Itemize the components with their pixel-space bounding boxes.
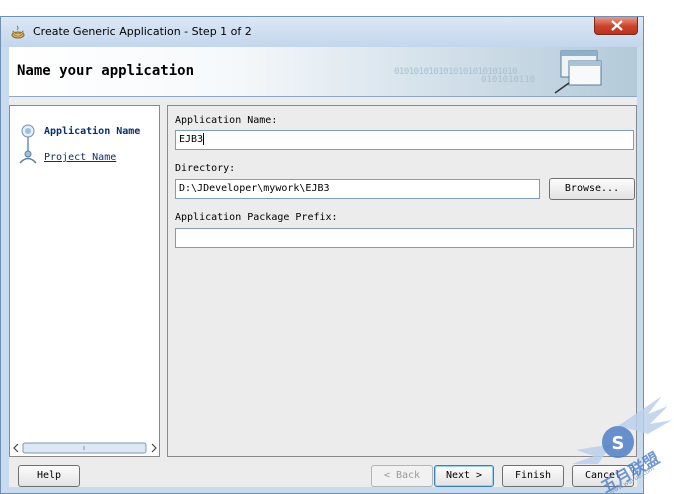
horizontal-scrollbar[interactable] [12,441,158,455]
header-decoration-text-2: 0101010110 [481,75,536,85]
application-windows-icon [554,50,602,94]
close-button[interactable] [594,17,638,35]
step-person-icon [19,150,37,164]
step-label: Application Name [44,126,141,137]
step-project-name[interactable]: Project Name [14,148,159,168]
package-prefix-input[interactable] [175,228,634,248]
help-button[interactable]: Help [18,465,80,487]
step-label: Project Name [44,152,117,163]
back-button[interactable]: < Back [371,465,433,487]
application-name-label: Application Name: [175,115,278,126]
application-name-input[interactable]: EJB3 [175,130,634,150]
text-cursor [203,133,205,145]
window-title: Create Generic Application - Step 1 of 2 [33,25,252,38]
dialog-content: Name your application 010101010101010101… [9,47,637,487]
directory-input[interactable]: D:\JDeveloper\mywork\EJB3 [175,179,540,199]
application-name-value: EJB3 [179,134,204,145]
form-panel: Application Name: EJB3 Directory: D:\JDe… [167,105,637,457]
svg-text:S: S [612,433,625,454]
finish-button[interactable]: Finish [502,465,564,487]
wizard-steps-panel: Application Name Project Name [9,105,160,457]
next-button[interactable]: Next > [434,465,494,487]
package-prefix-label: Application Package Prefix: [175,212,338,223]
dialog-window: Create Generic Application - Step 1 of 2… [0,16,644,494]
watermark-logo: S 五月联盟 www.wuyue.com [572,396,672,494]
title-bar[interactable]: Create Generic Application - Step 1 of 2 [1,17,643,47]
directory-value: D:\JDeveloper\mywork\EJB3 [179,183,330,194]
wizard-header: Name your application 010101010101010101… [9,47,637,97]
page-title: Name your application [17,63,195,79]
directory-label: Directory: [175,163,236,174]
close-icon [611,20,623,31]
coffee-cup-icon [11,25,25,39]
step-application-name[interactable]: Application Name [14,122,159,154]
browse-button[interactable]: Browse... [549,178,635,200]
